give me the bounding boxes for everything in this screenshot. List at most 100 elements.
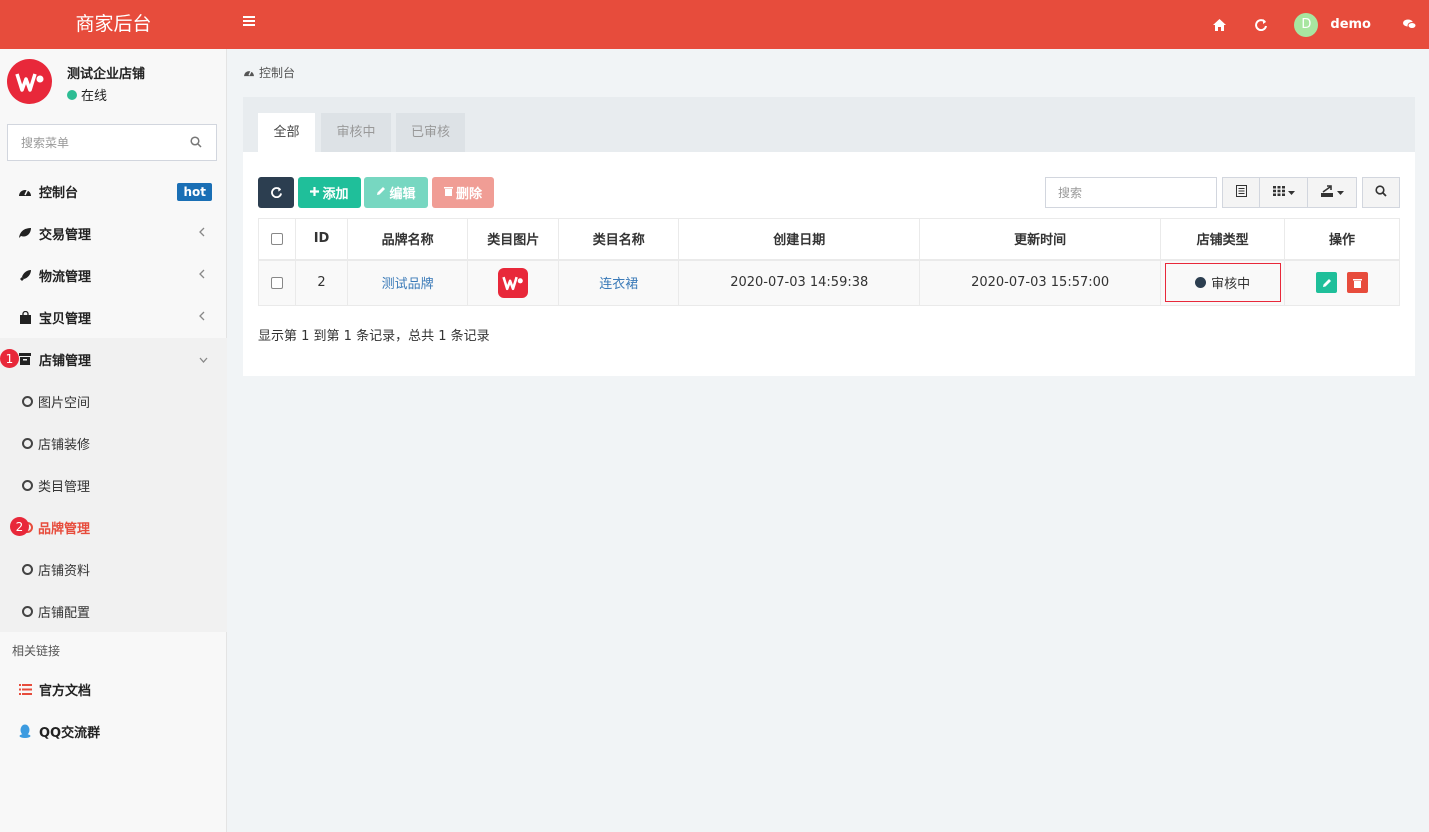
column-header[interactable]: ID xyxy=(294,218,349,261)
column-header[interactable]: 更新时间 xyxy=(919,218,1162,261)
pencil-icon xyxy=(1322,278,1331,287)
category-image[interactable] xyxy=(498,267,529,298)
refresh-button[interactable] xyxy=(258,177,294,208)
search-icon xyxy=(1375,185,1387,200)
add-button[interactable]: 添加 xyxy=(298,177,361,208)
list-icon xyxy=(18,682,32,696)
home-icon[interactable] xyxy=(1198,0,1240,49)
submenu-item-decoration[interactable]: 店铺装修 xyxy=(0,422,227,464)
sidebar-item-label: 控制台 xyxy=(39,185,79,201)
column-header[interactable]: 店铺类型 xyxy=(1160,218,1286,261)
shop-logo xyxy=(7,59,52,104)
sidebar-menu: 控制台 hot 交易管理 物流管理 宝贝管理 1 店铺管理 图片空间 店铺装修 … xyxy=(0,170,227,752)
search-icon[interactable] xyxy=(190,136,202,152)
status-text: 审核中 xyxy=(1211,277,1251,293)
app-brand[interactable]: 商家后台 xyxy=(0,0,227,49)
pencil-icon xyxy=(376,185,386,200)
delete-button-label: 删除 xyxy=(455,187,482,202)
row-select-cell xyxy=(258,259,296,306)
main-panel: 全部 审核中 已审核 添加 编辑 删除 ID 品牌 xyxy=(243,97,1415,376)
pagination-summary: 显示第 1 到第 1 条记录，总共 1 条记录 xyxy=(258,329,490,344)
status-dot-icon xyxy=(1195,277,1207,289)
circle-icon xyxy=(22,605,33,617)
table-row[interactable]: 2 测试品牌 连衣裙 2020-07-03 14:59:38 2020-07-0… xyxy=(258,259,1400,306)
user-name: demo xyxy=(1330,17,1371,32)
status-tabs: 全部 审核中 已审核 xyxy=(243,97,1415,152)
columns-button[interactable] xyxy=(1259,177,1308,208)
shop-info: 测试企业店铺 在线 xyxy=(7,59,217,105)
dashboard-icon xyxy=(243,66,255,80)
shop-status: 在线 xyxy=(67,85,107,104)
user-menu[interactable]: D demo xyxy=(1282,0,1389,49)
sidebar-item-dashboard[interactable]: 控制台 hot xyxy=(0,170,227,212)
delete-button[interactable]: 删除 xyxy=(432,177,494,208)
top-header: 商家后台 D demo xyxy=(0,0,1429,49)
sidebar: 测试企业店铺 在线 控制台 hot 交易管理 xyxy=(0,49,227,832)
menu-search-input[interactable] xyxy=(8,125,178,160)
submenu-item-profile[interactable]: 店铺资料 xyxy=(0,548,227,590)
online-dot-icon xyxy=(67,89,77,100)
chevron-left-icon xyxy=(199,310,207,324)
circle-icon xyxy=(22,437,33,449)
sidebar-item-label: 官方文档 xyxy=(39,683,92,699)
refresh-icon[interactable] xyxy=(1240,0,1282,49)
chevron-left-icon xyxy=(199,226,207,240)
edit-button[interactable]: 编辑 xyxy=(364,177,428,208)
row-delete-button[interactable] xyxy=(1346,272,1368,294)
sidebar-item-docs[interactable]: 官方文档 xyxy=(0,668,227,710)
export-icon xyxy=(1320,185,1334,200)
toggle-view-button[interactable] xyxy=(1222,177,1260,208)
select-all-cell xyxy=(258,218,296,261)
sidebar-item-label: 交易管理 xyxy=(39,227,92,243)
tab-pending[interactable]: 审核中 xyxy=(321,113,391,152)
column-header[interactable]: 类目图片 xyxy=(467,218,560,261)
select-all-checkbox[interactable] xyxy=(270,232,283,245)
breadcrumb: 控制台 xyxy=(243,64,295,81)
trash-icon xyxy=(443,185,453,200)
tab-approved[interactable]: 已审核 xyxy=(396,113,465,152)
column-header[interactable]: 类目名称 xyxy=(558,218,680,261)
sidebar-item-trade[interactable]: 交易管理 xyxy=(0,212,227,254)
chat-icon[interactable] xyxy=(1389,0,1429,49)
column-header[interactable]: 创建日期 xyxy=(678,218,921,261)
menu-toggle-icon[interactable] xyxy=(243,16,255,28)
step-badge: 2 xyxy=(10,517,29,536)
column-header[interactable]: 品牌名称 xyxy=(347,218,469,261)
shop-submenu: 图片空间 店铺装修 类目管理 2 品牌管理 店铺资料 店铺配置 xyxy=(0,380,227,632)
edit-button-label: 编辑 xyxy=(389,187,416,202)
breadcrumb-item[interactable]: 控制台 xyxy=(259,64,295,81)
shop-name: 测试企业店铺 xyxy=(67,67,146,82)
advanced-search-button[interactable] xyxy=(1362,177,1400,208)
sidebar-item-goods[interactable]: 宝贝管理 xyxy=(0,296,227,338)
column-header[interactable]: 操作 xyxy=(1284,218,1400,261)
table-search xyxy=(1045,177,1217,208)
export-button[interactable] xyxy=(1307,177,1357,208)
row-edit-button[interactable] xyxy=(1316,272,1338,294)
table-search-input[interactable] xyxy=(1046,178,1216,207)
cell-actions xyxy=(1284,259,1400,306)
submenu-item-category[interactable]: 类目管理 xyxy=(0,464,227,506)
sidebar-item-shop[interactable]: 1 店铺管理 xyxy=(0,338,227,380)
submenu-label: 品牌管理 xyxy=(38,521,91,537)
tab-all[interactable]: 全部 xyxy=(258,113,315,152)
circle-icon xyxy=(22,563,33,575)
chevron-left-icon xyxy=(199,268,207,282)
submenu-item-images[interactable]: 图片空间 xyxy=(0,380,227,422)
chevron-down-icon xyxy=(199,352,208,366)
caret-down-icon xyxy=(1287,187,1295,198)
sidebar-item-logistics[interactable]: 物流管理 xyxy=(0,254,227,296)
leaf-icon xyxy=(18,226,32,240)
row-checkbox[interactable] xyxy=(270,276,283,289)
brand-link[interactable]: 测试品牌 xyxy=(382,277,434,292)
cell-image xyxy=(467,259,560,306)
submenu-label: 店铺资料 xyxy=(38,563,91,579)
submenu-item-config[interactable]: 店铺配置 xyxy=(0,590,227,632)
submenu-item-brand[interactable]: 2 品牌管理 xyxy=(0,506,227,548)
sidebar-item-qq[interactable]: QQ交流群 xyxy=(0,710,227,752)
links-section-title: 相关链接 xyxy=(12,643,61,658)
category-link[interactable]: 连衣裙 xyxy=(599,277,638,292)
submenu-label: 店铺配置 xyxy=(38,605,91,621)
status-badge: 审核中 xyxy=(1164,263,1281,303)
sidebar-item-label: 宝贝管理 xyxy=(39,311,92,327)
cell-id: 2 xyxy=(294,259,349,306)
